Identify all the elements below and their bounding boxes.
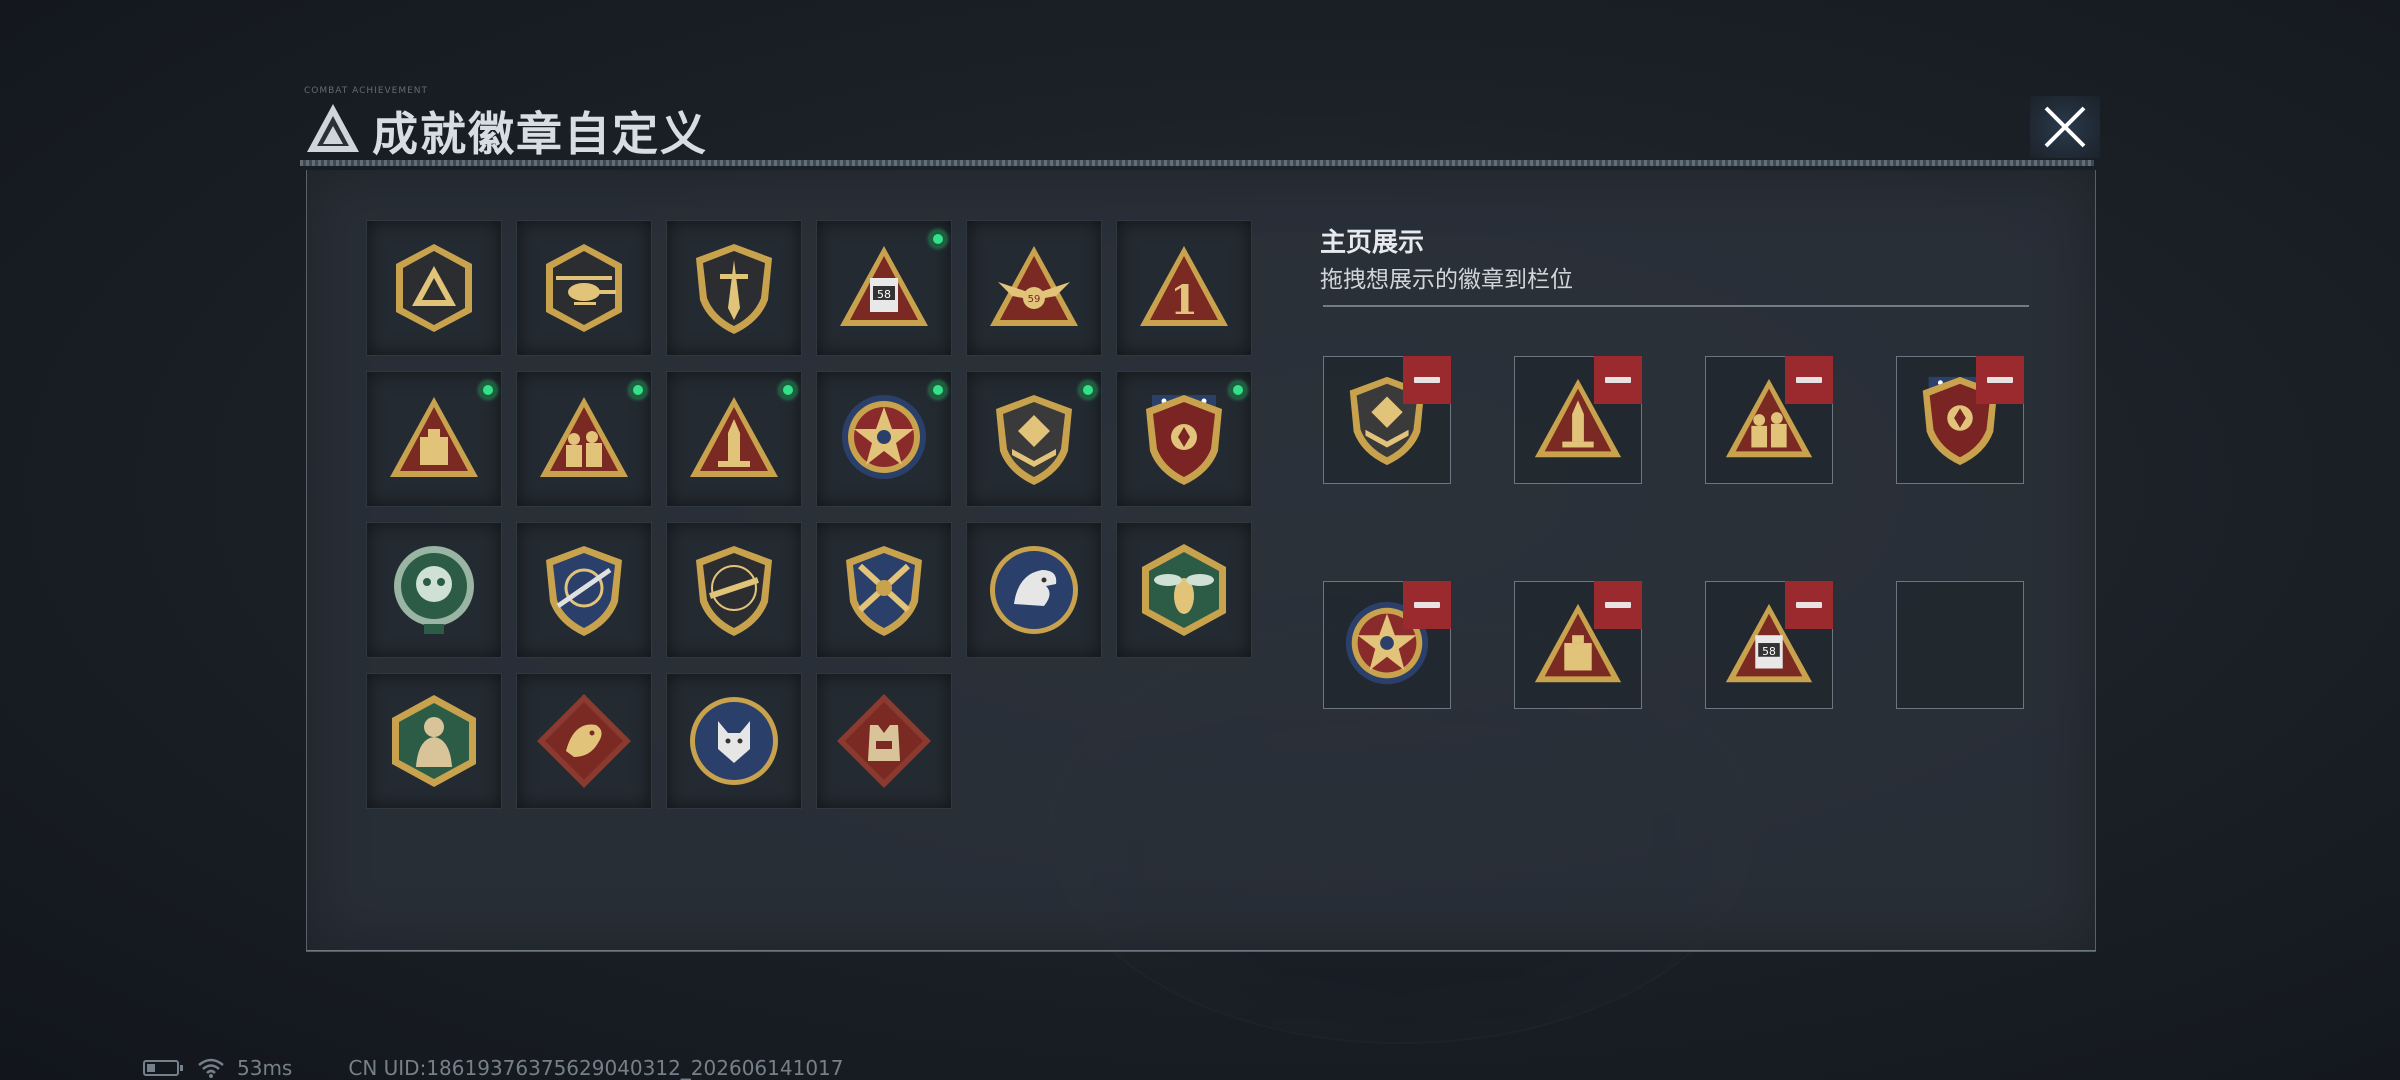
crossed-guns-badge-icon xyxy=(846,546,922,636)
badge-item[interactable] xyxy=(366,371,502,507)
wifi-icon xyxy=(198,1058,224,1078)
display-slot-empty[interactable] xyxy=(1896,581,2024,709)
new-indicator-dot xyxy=(1229,381,1247,399)
badge-item[interactable] xyxy=(816,673,952,809)
new-indicator-dot xyxy=(629,381,647,399)
supply-box-triangle-badge-icon xyxy=(390,397,478,477)
display-subtitle: 拖拽想展示的徽章到栏位 xyxy=(1320,267,1573,293)
badge-item[interactable] xyxy=(666,522,802,658)
badge-item[interactable] xyxy=(666,220,802,356)
close-button[interactable] xyxy=(2030,96,2100,158)
display-title: 主页展示 xyxy=(1320,228,1425,258)
minus-icon xyxy=(1414,377,1440,383)
vest-diamond-badge-icon xyxy=(837,694,931,788)
crosshair-rifle-badge-icon xyxy=(546,546,622,636)
badge-panel: 58 59 1 主页展示 拖拽想展示的徽章到栏位 58 xyxy=(306,170,2096,951)
remove-badge-button[interactable] xyxy=(1403,581,1451,629)
green-skull-badge-icon xyxy=(394,546,474,634)
badge-item[interactable] xyxy=(666,673,802,809)
svg-text:58: 58 xyxy=(877,288,891,301)
remove-badge-button[interactable] xyxy=(1976,356,2024,404)
triangle-shield-badge-icon xyxy=(396,244,472,332)
badge-item[interactable] xyxy=(516,371,652,507)
header-tiny-text: COMBAT ACHIEVEMENT xyxy=(304,86,429,96)
display-slot[interactable] xyxy=(1323,356,1451,484)
number-1-triangle-badge-icon: 1 xyxy=(1140,246,1228,326)
display-slot[interactable]: 58 xyxy=(1705,581,1833,709)
laurel-shield-badge-icon xyxy=(1146,395,1222,485)
badge-item[interactable] xyxy=(366,220,502,356)
new-indicator-dot xyxy=(779,381,797,399)
remove-badge-button[interactable] xyxy=(1785,356,1833,404)
panel-bottom-line xyxy=(306,950,2096,952)
wolf-circle-badge-icon xyxy=(690,697,778,785)
remove-badge-button[interactable] xyxy=(1594,581,1642,629)
battery-icon xyxy=(143,1060,183,1076)
minus-icon xyxy=(1796,602,1822,608)
dragon-diamond-badge-icon xyxy=(537,694,631,788)
minus-icon xyxy=(1414,602,1440,608)
dagger-shield-badge-icon xyxy=(696,244,772,334)
robot-58-triangle-badge-icon: 58 xyxy=(840,246,928,326)
star-medal-badge-icon xyxy=(842,395,926,479)
display-slot[interactable] xyxy=(1514,581,1642,709)
rocket-triangle-badge-icon xyxy=(690,397,778,477)
triangle-logo-icon xyxy=(307,104,359,152)
minus-icon xyxy=(1605,602,1631,608)
new-indicator-dot xyxy=(1079,381,1097,399)
new-indicator-dot xyxy=(929,381,947,399)
badge-item[interactable]: 58 xyxy=(816,220,952,356)
minus-icon xyxy=(1796,377,1822,383)
chevron-shield-badge-icon xyxy=(996,395,1072,485)
badge-item[interactable] xyxy=(516,522,652,658)
badge-item[interactable] xyxy=(516,220,652,356)
page-title: 成就徽章自定义 xyxy=(372,107,708,161)
badge-item[interactable] xyxy=(966,371,1102,507)
close-icon xyxy=(2044,106,2086,148)
badge-item[interactable] xyxy=(366,673,502,809)
eagle-59-triangle-badge-icon: 59 xyxy=(990,246,1078,326)
badge-item[interactable] xyxy=(1116,371,1252,507)
remove-badge-button[interactable] xyxy=(1785,581,1833,629)
svg-text:58: 58 xyxy=(1762,645,1776,658)
header: COMBAT ACHIEVEMENT 成就徽章自定义 xyxy=(300,86,2100,166)
badge-item[interactable] xyxy=(1116,522,1252,658)
badge-item[interactable] xyxy=(966,522,1102,658)
display-slot[interactable] xyxy=(1705,356,1833,484)
badge-item[interactable] xyxy=(516,673,652,809)
hornet-hexagon-badge-icon xyxy=(1142,544,1226,636)
eagle-head-badge-icon xyxy=(990,546,1078,634)
display-slot[interactable] xyxy=(1514,356,1642,484)
display-divider xyxy=(1323,305,2029,307)
badge-item[interactable] xyxy=(816,522,952,658)
status-footer: 53ms CN UID:18619376375629040312_2026061… xyxy=(143,1056,844,1080)
header-divider xyxy=(300,160,2094,166)
soldiers-triangle-badge-icon xyxy=(540,397,628,477)
badge-item[interactable]: 1 xyxy=(1116,220,1252,356)
svg-text:1: 1 xyxy=(1170,277,1198,324)
helicopter-shield-badge-icon xyxy=(546,244,622,332)
minus-icon xyxy=(1987,377,2013,383)
remove-badge-button[interactable] xyxy=(1594,356,1642,404)
badge-item[interactable] xyxy=(366,522,502,658)
display-slot[interactable] xyxy=(1896,356,2024,484)
badge-item[interactable]: 59 xyxy=(966,220,1102,356)
brute-hexagon-badge-icon xyxy=(392,695,476,787)
badge-item[interactable] xyxy=(816,371,952,507)
new-indicator-dot xyxy=(479,381,497,399)
uid-text: CN UID:18619376375629040312_202606141017 xyxy=(348,1056,844,1080)
remove-badge-button[interactable] xyxy=(1403,356,1451,404)
badge-item[interactable] xyxy=(666,371,802,507)
rifle-shield-badge-icon xyxy=(696,546,772,636)
ping-text: 53ms xyxy=(237,1056,293,1080)
display-slot[interactable] xyxy=(1323,581,1451,709)
new-indicator-dot xyxy=(929,230,947,248)
svg-text:59: 59 xyxy=(1028,294,1041,305)
minus-icon xyxy=(1605,377,1631,383)
